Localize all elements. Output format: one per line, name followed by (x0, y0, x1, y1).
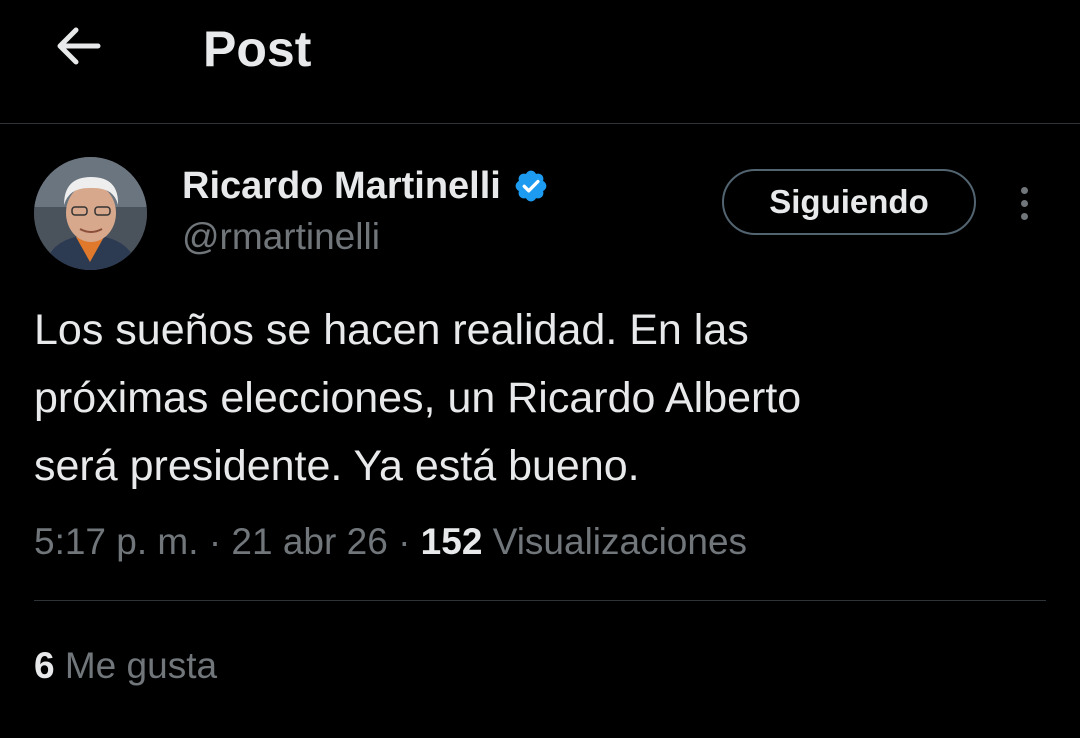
top-bar: Post (0, 0, 1080, 124)
likes-link[interactable]: 6 Me gusta (34, 640, 217, 692)
author-name[interactable]: Ricardo Martinelli (182, 164, 549, 208)
author-name-text: Ricardo Martinelli (182, 165, 501, 207)
post-metadata: 5:17 p. m. · 21 abr 26 · 152 Visualizaci… (34, 516, 747, 568)
avatar-photo (34, 157, 147, 270)
more-options-button[interactable] (1004, 180, 1044, 226)
meta-separator: · (398, 521, 411, 562)
back-button[interactable] (50, 22, 106, 70)
post-time[interactable]: 5:17 p. m. (34, 521, 199, 562)
post-text: Los sueños se hacen realidad. En las pró… (34, 306, 802, 490)
author-handle[interactable]: @rmartinelli (182, 216, 380, 258)
avatar[interactable] (34, 157, 147, 270)
more-vertical-icon-dot (1020, 212, 1028, 220)
arrow-left-icon (57, 27, 101, 65)
more-vertical-icon-dot (1020, 186, 1028, 194)
meta-separator: · (208, 521, 222, 562)
more-vertical-icon-dot (1020, 199, 1028, 207)
page-title: Post (203, 21, 312, 77)
views-count: 152 (420, 521, 483, 562)
divider (34, 600, 1046, 601)
likes-count: 6 (34, 645, 55, 686)
verified-badge-icon (515, 170, 547, 202)
following-button[interactable]: Siguiendo (722, 169, 976, 235)
views-label: Visualizaciones (492, 521, 748, 562)
post-date[interactable]: 21 abr 26 (231, 521, 387, 562)
likes-label: Me gusta (64, 645, 218, 686)
